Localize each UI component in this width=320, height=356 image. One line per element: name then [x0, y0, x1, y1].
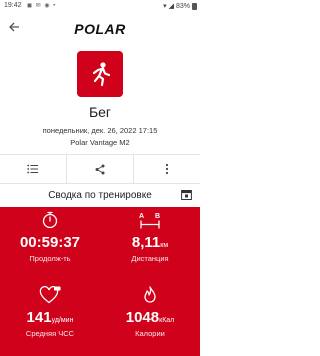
- list-button[interactable]: [0, 155, 67, 183]
- duration-label: Продолж-ть: [29, 254, 71, 263]
- workout-title: Бег: [88, 104, 112, 120]
- workout-date: понедельник, дек. 26, 2022 17:15: [42, 126, 158, 135]
- flame-icon: [100, 286, 200, 304]
- distance-label: Дистанция: [131, 254, 169, 263]
- app-bar: POLAR: [0, 12, 200, 46]
- svg-text:A: A: [139, 213, 144, 220]
- duration-value: 00:59:37: [19, 234, 81, 251]
- share-button[interactable]: [67, 155, 134, 183]
- stat-distance: A B 8,11км Дистанция: [100, 207, 200, 281]
- stat-duration: 00:59:37 Продолж-ть: [0, 207, 100, 281]
- status-right: ▾ ◢ 83%: [163, 2, 197, 10]
- summary-title: Сводка по тренировке: [48, 190, 152, 201]
- device-name: Polar Vantage M2: [70, 138, 130, 147]
- running-icon: [77, 51, 123, 97]
- distance-ab-icon: A B: [100, 211, 200, 229]
- calendar-icon[interactable]: [181, 189, 192, 200]
- heart-rate-label: Средняя ЧСС: [25, 329, 75, 338]
- calories-unit: кКал: [159, 317, 175, 324]
- stat-heart-rate: 141уд/мин Средняя ЧСС: [0, 282, 100, 356]
- status-time: 19:42: [4, 2, 22, 9]
- stats-panel: 00:59:37 Продолж-ть A B 8,11км Дистанция…: [0, 207, 200, 356]
- back-arrow-icon[interactable]: [8, 21, 20, 36]
- heart-rate-value: 141: [26, 309, 52, 326]
- distance-value: 8,11: [131, 234, 161, 251]
- more-button[interactable]: [134, 155, 200, 183]
- calories-label: Калории: [135, 329, 165, 338]
- heart-avg-icon: [0, 286, 100, 304]
- action-toolbar: [0, 154, 200, 184]
- more-vertical-icon: [165, 163, 169, 175]
- battery-icon: [192, 2, 197, 10]
- stopwatch-icon: [0, 211, 100, 229]
- battery-percent: 83%: [175, 2, 190, 10]
- status-bar: 19:42 ◼ ✉ ◉ • ▾ ◢ 83%: [0, 0, 200, 12]
- distance-unit: км: [160, 242, 169, 249]
- notification-icons: ◼ ✉ ◉ •: [27, 3, 57, 9]
- share-icon: [95, 164, 105, 174]
- list-icon: [27, 164, 38, 174]
- heart-rate-unit: уд/мин: [51, 317, 74, 324]
- calories-value: 1048: [125, 309, 160, 326]
- summary-header: Сводка по тренировке: [0, 184, 200, 207]
- signal-icon: ▾ ◢: [163, 3, 174, 10]
- svg-text:B: B: [155, 213, 160, 220]
- polar-logo: POLAR: [74, 21, 126, 37]
- stat-calories: 1048кКал Калории: [100, 282, 200, 356]
